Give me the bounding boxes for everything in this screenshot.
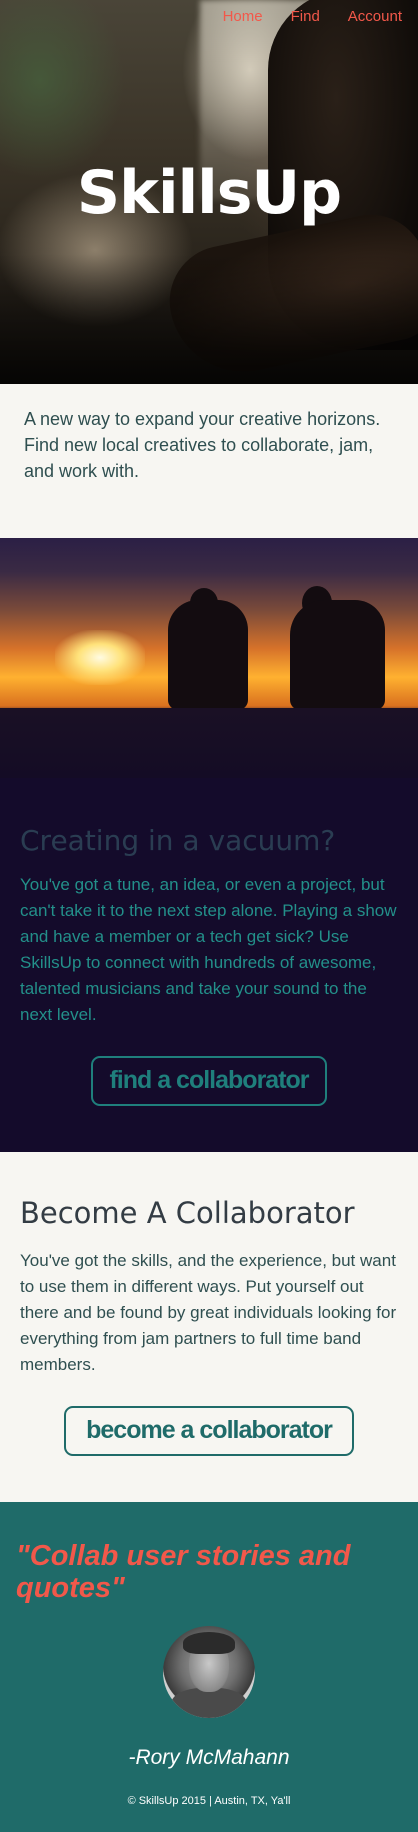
nav-home-link[interactable]: Home [223, 8, 263, 25]
become-heading: Become A Collaborator [20, 1196, 355, 1230]
find-collaborator-button[interactable]: find a collaborator [91, 1056, 327, 1106]
become-body: You've got the skills, and the experienc… [20, 1251, 397, 1374]
become-collaborator-button[interactable]: become a collaborator [64, 1406, 354, 1456]
avatar-body [171, 1688, 247, 1718]
site-logo-title: SkillsUp [76, 158, 342, 228]
hero-section: Home Find Account SkillsUp [0, 0, 418, 384]
avatar [163, 1626, 255, 1718]
musician-silhouette-right [290, 600, 385, 710]
intro-text: A new way to expand your creative horizo… [24, 409, 381, 481]
vacuum-section: Creating in a vacuum? You've got a tune,… [0, 778, 418, 1152]
sunset-musicians-image [0, 538, 418, 778]
nav-account-link[interactable]: Account [348, 8, 402, 25]
sunset-ground [0, 708, 418, 778]
intro-section: A new way to expand your creative horizo… [0, 384, 418, 538]
quote-author: -Rory McMahann [128, 1746, 290, 1769]
quote-text: "Collab user stories and quotes" [16, 1540, 351, 1604]
vacuum-body: You've got a tune, an idea, or even a pr… [20, 875, 397, 1024]
footer-copyright: © SkillsUp 2015 | Austin, TX, Ya'll [127, 1795, 291, 1807]
top-nav: Home Find Account [223, 8, 402, 25]
musician-silhouette-left [168, 600, 248, 710]
become-section: Become A Collaborator You've got the ski… [0, 1152, 418, 1502]
sun-glow [55, 630, 145, 685]
vacuum-heading: Creating in a vacuum? [20, 824, 336, 857]
hero-shade [0, 254, 418, 384]
avatar-hair [183, 1632, 235, 1654]
quote-section: "Collab user stories and quotes" -Rory M… [0, 1502, 418, 1832]
nav-find-link[interactable]: Find [291, 8, 320, 25]
